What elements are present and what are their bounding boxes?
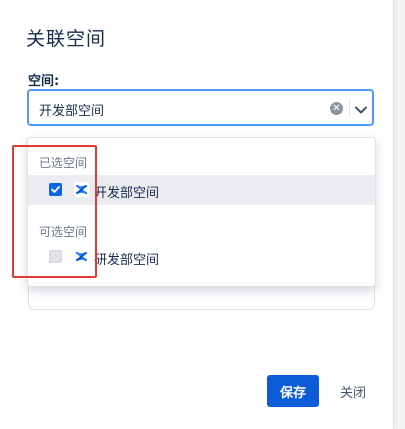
option-label: 研发部空间 [94, 253, 160, 268]
space-dropdown-menu: 已选空间 开发部空间 可选空间 研发部空间 [27, 137, 376, 287]
confluence-space-icon [74, 182, 89, 197]
link-space-dialog: 关联空间 空间: 开发部空间 ✕ 已选空间 开发部空间 可选空间 研发部空间 保… [0, 0, 394, 429]
save-button[interactable]: 保存 [267, 375, 319, 407]
checkbox-checked[interactable] [49, 183, 62, 196]
option-selected-space[interactable]: 开发部空间 [28, 175, 375, 205]
confluence-space-icon [74, 249, 89, 264]
space-select-value: 开发部空间 [39, 104, 105, 119]
chevron-down-icon[interactable] [354, 102, 368, 116]
option-label: 开发部空间 [94, 186, 160, 201]
clear-icon[interactable]: ✕ [330, 102, 343, 115]
space-select[interactable]: 开发部空间 ✕ [27, 89, 374, 126]
checkbox-unchecked[interactable] [49, 250, 62, 263]
option-available-space[interactable]: 研发部空间 [28, 242, 375, 272]
close-button[interactable]: 关闭 [330, 375, 376, 407]
selected-group-label: 已选空间 [39, 156, 88, 170]
select-divider [349, 99, 350, 117]
dialog-title: 关联空间 [26, 28, 107, 50]
space-field-label: 空间: [28, 74, 60, 89]
available-group-label: 可选空间 [39, 225, 88, 239]
